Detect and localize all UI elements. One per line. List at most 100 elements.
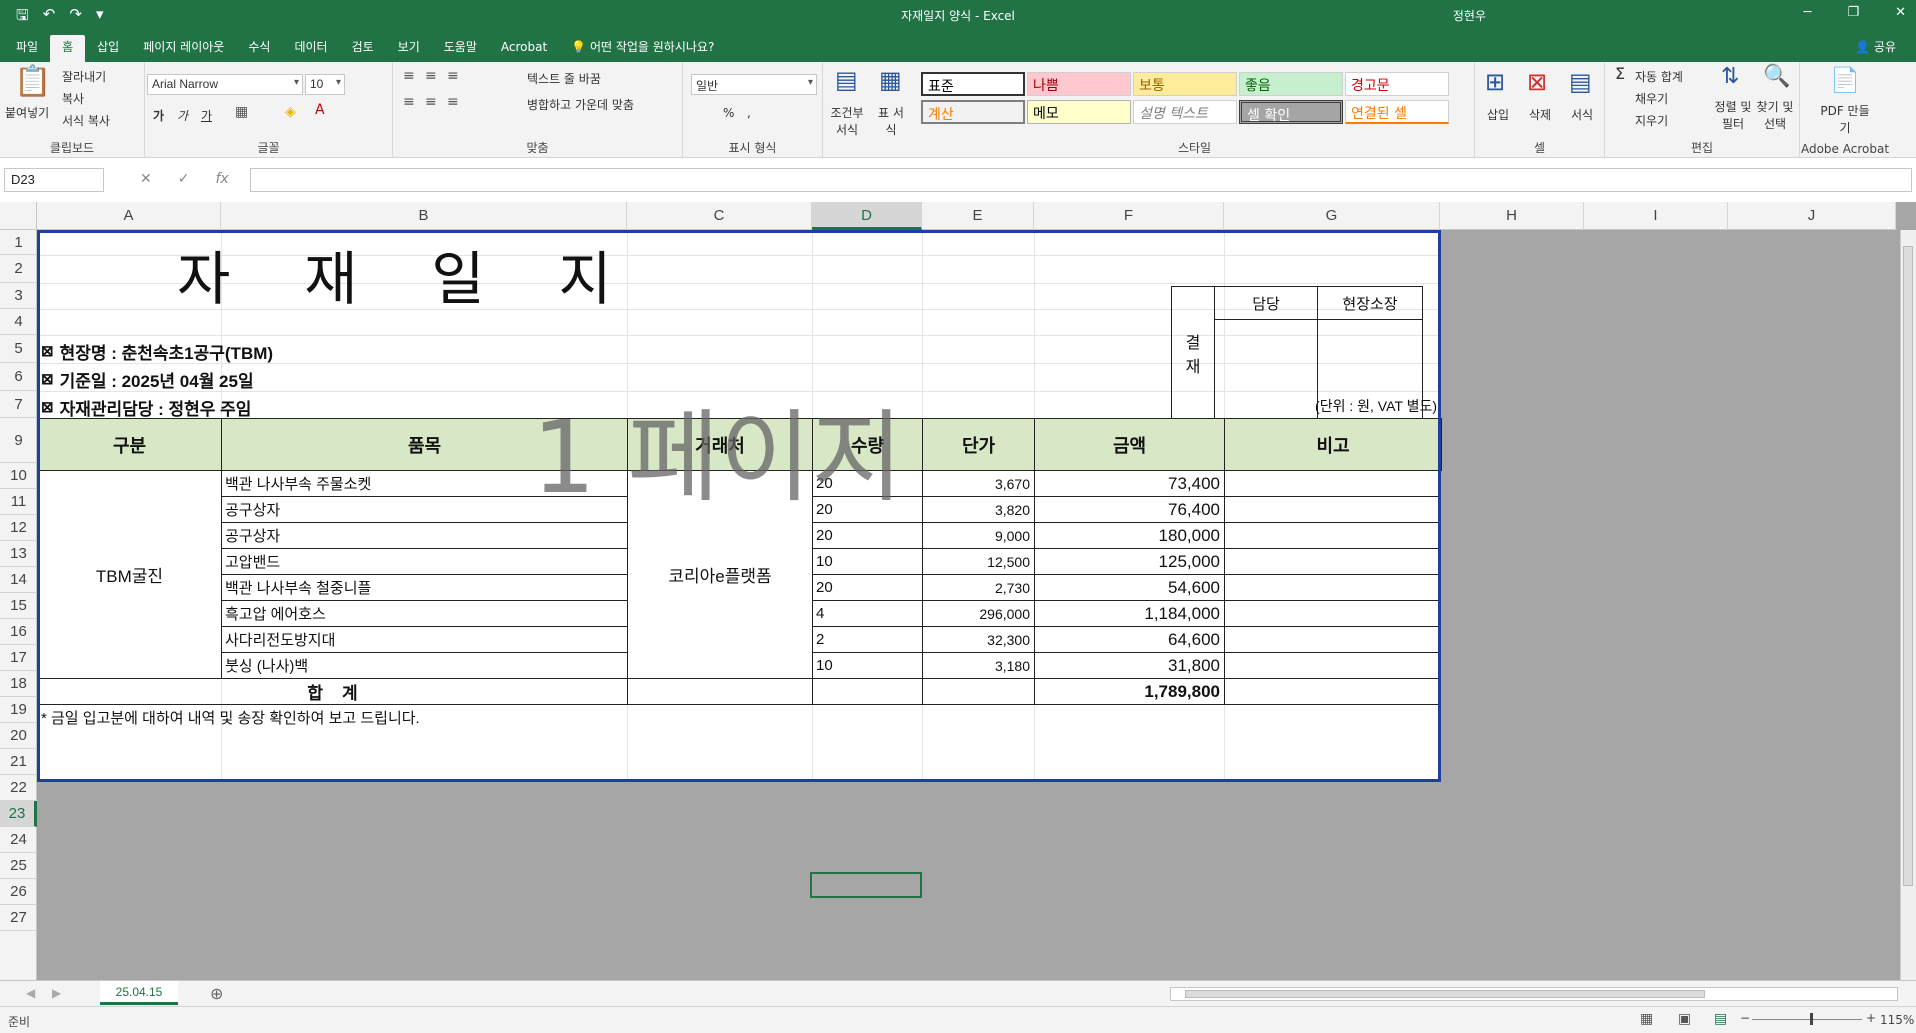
align-right-icon[interactable]: ≡ (447, 94, 459, 110)
item-remark-cell[interactable] (1224, 600, 1441, 627)
row-header-21[interactable]: 21 (0, 749, 37, 775)
italic-button[interactable]: 가 (177, 107, 188, 124)
row-header-11[interactable]: 11 (0, 489, 37, 515)
cell-style-3[interactable]: 좋음 (1239, 72, 1343, 96)
align-middle-icon[interactable]: ≡ (425, 68, 437, 84)
zoom-slider-thumb[interactable] (1810, 1013, 1813, 1025)
zoom-out-icon[interactable]: − (1740, 1011, 1750, 1025)
row-header-14[interactable]: 14 (0, 567, 37, 593)
column-header-C[interactable]: C (627, 202, 812, 230)
name-box[interactable]: D23 (4, 168, 104, 192)
tab-6[interactable]: 검토 (340, 35, 386, 62)
vertical-scrollbar[interactable] (1900, 230, 1916, 980)
fill-button[interactable]: 채우기 (1635, 90, 1668, 107)
cell-style-1[interactable]: 나쁨 (1027, 72, 1131, 96)
column-header-G[interactable]: G (1224, 202, 1440, 230)
tab-3[interactable]: 페이지 레이아웃 (131, 35, 236, 62)
select-all-corner[interactable] (0, 202, 37, 230)
comma-button[interactable]: , (747, 106, 751, 120)
row-header-5[interactable]: 5 (0, 335, 37, 363)
tab-4[interactable]: 수식 (236, 35, 282, 62)
cell-style-0[interactable]: 표준 (921, 72, 1025, 96)
row-header-3[interactable]: 3 (0, 283, 37, 309)
insert-cells-icon[interactable]: ⊞ (1485, 68, 1505, 96)
align-center-icon[interactable]: ≡ (425, 94, 437, 110)
cancel-icon[interactable]: ✕ (140, 171, 152, 187)
font-name-select[interactable]: Arial Narrow (147, 74, 303, 95)
bold-button[interactable]: 가 (153, 107, 164, 124)
find-select-button[interactable]: 찾기 및 선택 (1755, 98, 1795, 132)
merge-center-button[interactable]: 병합하고 가운데 맞춤 (527, 96, 634, 113)
restore-icon[interactable]: ❐ (1847, 5, 1859, 20)
cell-style-5[interactable]: 계산 (921, 100, 1025, 124)
zoom-slider[interactable] (1752, 1019, 1862, 1020)
find-select-icon[interactable]: 🔍 (1763, 64, 1790, 89)
autosum-icon[interactable]: Σ (1615, 64, 1625, 83)
column-header-J[interactable]: J (1728, 202, 1896, 230)
format-as-table-button[interactable]: 표 서식 (873, 104, 909, 138)
cell-style-8[interactable]: 셀 확인 (1239, 100, 1343, 124)
selected-cell-D23[interactable] (810, 872, 922, 898)
conditional-format-icon[interactable]: ▤ (835, 66, 858, 94)
column-header-A[interactable]: A (37, 202, 221, 230)
page-break-view-icon[interactable]: ▤ (1714, 1011, 1727, 1027)
row-header-7[interactable]: 7 (0, 391, 37, 418)
row-header-18[interactable]: 18 (0, 671, 37, 697)
close-icon[interactable]: ✕ (1895, 5, 1906, 20)
align-left-icon[interactable]: ≡ (403, 94, 415, 110)
row-header-6[interactable]: 6 (0, 363, 37, 391)
insert-function-icon[interactable]: fx (215, 171, 228, 187)
minimize-icon[interactable]: ─ (1804, 5, 1812, 20)
item-remark-cell[interactable] (1224, 470, 1441, 497)
format-painter-button[interactable]: 서식 복사 (62, 112, 110, 129)
tab-5[interactable]: 데이터 (282, 35, 339, 62)
column-header-H[interactable]: H (1440, 202, 1584, 230)
tab-0[interactable]: 파일 (4, 35, 50, 62)
tell-me-search[interactable]: 💡 어떤 작업을 원하시나요? (559, 35, 726, 62)
row-header-2[interactable]: 2 (0, 255, 37, 283)
align-bottom-icon[interactable]: ≡ (447, 68, 459, 84)
row-header-15[interactable]: 15 (0, 593, 37, 619)
row-header-23[interactable]: 23 (0, 801, 37, 827)
formula-input[interactable] (250, 168, 1912, 192)
horizontal-scrollbar[interactable] (1170, 987, 1898, 1001)
font-size-select[interactable]: 10 (305, 74, 345, 95)
underline-button[interactable]: 가 (201, 107, 212, 124)
enter-icon[interactable]: ✓ (178, 171, 190, 187)
item-remark-cell[interactable] (1224, 548, 1441, 575)
zoom-in-icon[interactable]: + (1866, 1011, 1876, 1025)
user-name[interactable]: 정현우 (1453, 7, 1486, 24)
next-sheet-icon[interactable]: ▶ (52, 986, 61, 1000)
row-header-27[interactable]: 27 (0, 905, 37, 931)
wrap-text-button[interactable]: 텍스트 줄 바꿈 (527, 70, 601, 87)
paste-button[interactable]: 붙여넣기 (5, 104, 49, 121)
row-header-16[interactable]: 16 (0, 619, 37, 645)
column-header-I[interactable]: I (1584, 202, 1728, 230)
paste-icon[interactable]: 📋 (14, 64, 51, 99)
share-button[interactable]: 👤 공유 (1855, 38, 1896, 55)
prev-sheet-icon[interactable]: ◀ (26, 986, 35, 1000)
tab-8[interactable]: 도움말 (432, 35, 489, 62)
column-header-B[interactable]: B (221, 202, 627, 230)
cell-style-2[interactable]: 보통 (1133, 72, 1237, 96)
cut-button[interactable]: 잘라내기 (62, 68, 106, 85)
insert-button[interactable]: 삽입 (1487, 106, 1509, 123)
row-header-20[interactable]: 20 (0, 723, 37, 749)
clear-button[interactable]: 지우기 (1635, 112, 1668, 129)
row-header-25[interactable]: 25 (0, 853, 37, 879)
column-header-F[interactable]: F (1034, 202, 1224, 230)
fill-color-icon[interactable]: ◈ (285, 104, 296, 120)
font-color-icon[interactable]: A (315, 102, 325, 118)
tab-7[interactable]: 보기 (386, 35, 432, 62)
cell-style-4[interactable]: 경고문 (1345, 72, 1449, 96)
pdf-icon[interactable]: 📄 (1830, 66, 1860, 94)
column-header-D[interactable]: D (812, 202, 922, 230)
item-remark-cell[interactable] (1224, 522, 1441, 549)
tab-9[interactable]: Acrobat (489, 35, 559, 62)
row-header-1[interactable]: 1 (0, 230, 37, 255)
sheet-tab-active[interactable]: 25.04.15 (100, 981, 178, 1005)
create-pdf-button[interactable]: PDF 만들기 (1820, 102, 1870, 136)
border-icon[interactable]: ▦ (235, 104, 248, 120)
row-header-13[interactable]: 13 (0, 541, 37, 567)
format-table-icon[interactable]: ▦ (879, 66, 902, 94)
